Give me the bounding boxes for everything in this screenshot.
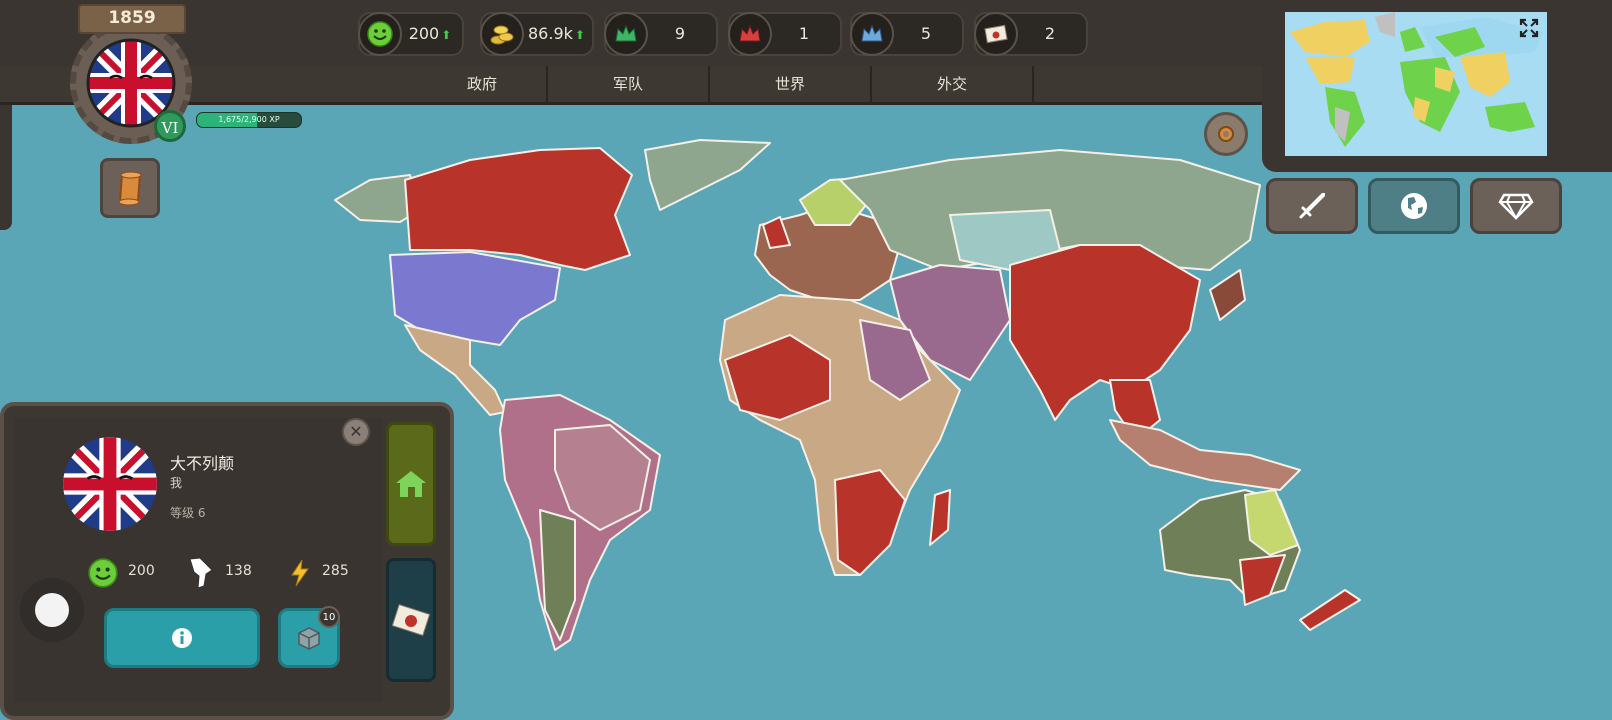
home-icon: [396, 471, 426, 497]
happiness-value: 200: [408, 24, 440, 43]
resource-letters[interactable]: 2: [974, 12, 1088, 56]
resource-green-crown[interactable]: 9: [604, 12, 718, 56]
info-icon: [172, 628, 192, 648]
smiley-icon: [358, 12, 402, 56]
year-banner: 1859: [78, 4, 186, 34]
green-crown-icon: [604, 12, 648, 56]
letter-icon: [974, 12, 1018, 56]
tab-diplomacy[interactable]: 外交: [872, 66, 1034, 102]
crate-icon: [298, 627, 320, 650]
blue-crown-icon: [850, 12, 894, 56]
sword-icon: [1299, 193, 1325, 219]
minimap[interactable]: [1285, 12, 1547, 156]
settings-button[interactable]: [1204, 112, 1248, 156]
world-view-button[interactable]: [1368, 178, 1460, 234]
blue-crown-value: 5: [920, 24, 932, 43]
stat-energy-value: 285: [322, 563, 349, 579]
tab-world[interactable]: 世界: [710, 66, 872, 102]
level-badge: VI: [154, 110, 186, 142]
home-button[interactable]: [386, 422, 436, 546]
letters-value: 2: [1044, 24, 1056, 43]
territory-icon: [189, 557, 213, 589]
close-icon: ✕: [349, 422, 363, 441]
crate-count-badge: 10: [318, 606, 340, 628]
resource-red-crown[interactable]: 1: [728, 12, 842, 56]
red-crown-icon: [728, 12, 772, 56]
close-panel-button[interactable]: ✕: [342, 418, 370, 446]
left-edge-panel: [0, 90, 12, 230]
war-button[interactable]: [1266, 178, 1358, 234]
gold-value: 86.9k: [528, 24, 573, 43]
gems-button[interactable]: [1470, 178, 1562, 234]
country-subtitle: 我: [170, 476, 183, 490]
history-button[interactable]: [100, 158, 160, 218]
letter-icon: [391, 603, 431, 637]
country-info-button[interactable]: [104, 608, 260, 668]
xp-progress-bar: 1,675/2,900 XP: [196, 112, 302, 128]
stat-territory-value: 138: [225, 563, 252, 579]
tab-military[interactable]: 军队: [548, 66, 710, 102]
xp-progress-text: 1,675/2,900 XP: [218, 115, 280, 124]
country-level: 等级 6: [170, 506, 206, 520]
country-flag-avatar: [63, 437, 157, 531]
green-crown-value: 9: [674, 24, 686, 43]
country-name: 大不列颠: [170, 454, 235, 473]
joystick-knob[interactable]: [35, 593, 69, 627]
fullscreen-icon[interactable]: [1519, 18, 1539, 38]
trend-up-icon: ⬆: [574, 28, 585, 42]
coins-icon: [480, 12, 524, 56]
scroll-icon: [118, 171, 142, 206]
tab-government[interactable]: 政府: [418, 66, 548, 102]
resource-blue-crown[interactable]: 5: [850, 12, 964, 56]
gear-icon: [1218, 126, 1234, 142]
diamond-icon: [1498, 193, 1534, 221]
joystick[interactable]: [20, 578, 84, 642]
globe-icon: [1401, 193, 1427, 219]
red-crown-value: 1: [798, 24, 810, 43]
lightning-icon: [291, 559, 309, 587]
resource-happiness[interactable]: 200 ⬆: [358, 12, 464, 56]
stat-happiness-value: 200: [128, 563, 155, 579]
trend-up-icon: ⬆: [441, 28, 452, 42]
smiley-icon: [88, 558, 118, 588]
resource-gold[interactable]: 86.9k ⬆: [480, 12, 594, 56]
messages-button[interactable]: [386, 558, 436, 682]
